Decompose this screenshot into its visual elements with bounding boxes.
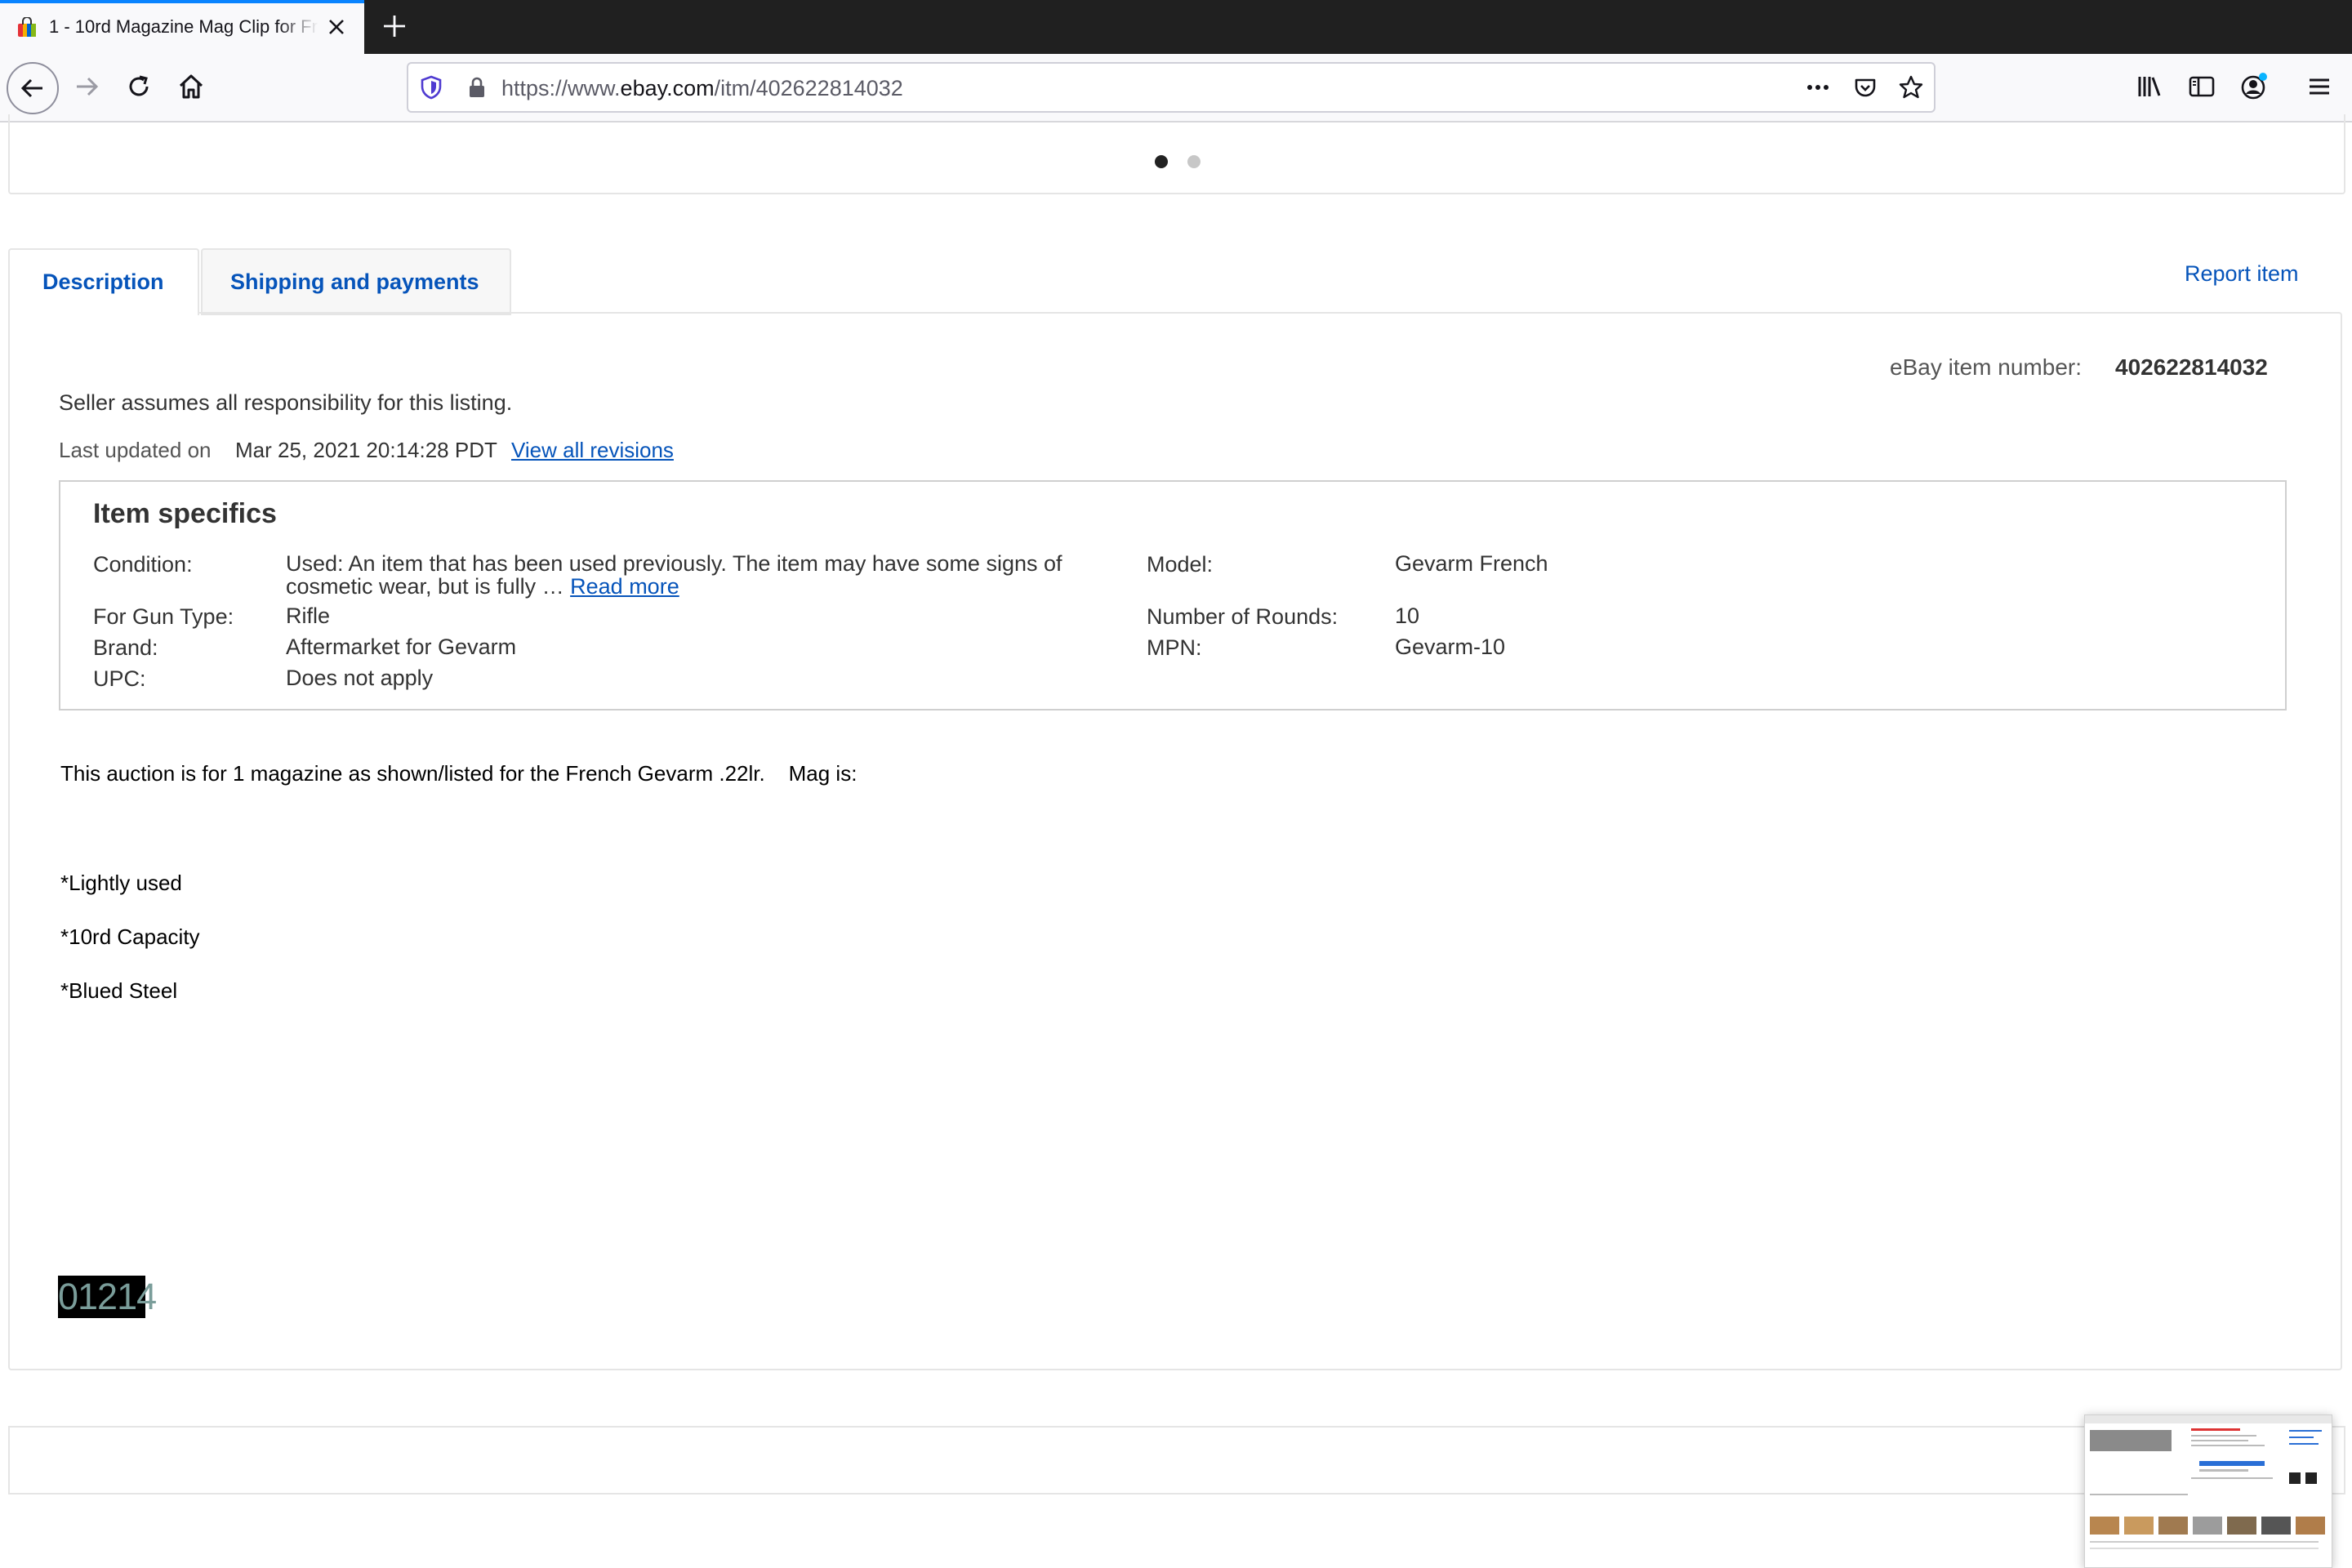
feature-bullet: *Lightly used <box>60 871 182 895</box>
ebay-bag-favicon-icon <box>18 17 36 37</box>
tab-shipping-payments[interactable]: Shipping and payments <box>201 248 511 315</box>
model-label: Model: <box>1147 552 1214 577</box>
brand-label: Brand: <box>93 635 158 660</box>
view-all-revisions-link[interactable]: View all revisions <box>511 438 674 463</box>
browser-tab-active[interactable]: 1 - 10rd Magazine Mag Clip for French Ge… <box>0 0 364 54</box>
tab-active-indicator <box>0 0 364 3</box>
item-number-label: eBay item number: <box>1890 354 2082 380</box>
tab-description[interactable]: Description <box>8 248 199 315</box>
item-specifics-title: Item specifics <box>93 498 277 529</box>
account-icon[interactable] <box>2239 72 2269 101</box>
read-more-link[interactable]: Read more <box>570 574 679 599</box>
more-actions-icon[interactable] <box>1805 74 1831 100</box>
browser-tab-strip: 1 - 10rd Magazine Mag Clip for French Ge… <box>0 0 2352 54</box>
tab-shipping-label: Shipping and payments <box>230 270 479 294</box>
home-button[interactable] <box>168 64 214 109</box>
feature-bullet: *Blued Steel <box>60 978 178 1003</box>
arrow-left-icon <box>20 78 42 98</box>
gun-type-label: For Gun Type: <box>93 604 234 629</box>
reload-button[interactable] <box>116 64 162 109</box>
carousel-dot[interactable] <box>1187 155 1200 168</box>
page-content: Description Shipping and payments Report… <box>0 114 2352 1568</box>
mpn-value: Gevarm-10 <box>1395 635 1506 659</box>
tab-description-label: Description <box>42 270 164 294</box>
related-items-section <box>8 1426 2345 1494</box>
lock-icon[interactable] <box>464 74 490 100</box>
forward-button[interactable] <box>64 64 109 109</box>
screenshot-preview-thumbnail[interactable] <box>2084 1414 2332 1568</box>
rounds-value: 10 <box>1395 604 1420 628</box>
tracking-shield-icon[interactable] <box>418 74 444 100</box>
browser-toolbar: https://www.ebay.com/itm/402622814032 <box>0 54 2352 122</box>
item-number-value: 402622814032 <box>2115 354 2268 380</box>
condition-value: Used: An item that has been used previou… <box>286 551 1062 599</box>
mpn-label: MPN: <box>1147 635 1202 660</box>
arrow-right-icon <box>77 77 99 96</box>
gun-type-value: Rifle <box>286 604 331 628</box>
item-code-badge: 01214 <box>58 1276 157 1318</box>
upc-value: Does not apply <box>286 666 434 690</box>
upc-label: UPC: <box>93 666 146 691</box>
address-bar[interactable]: https://www.ebay.com/itm/402622814032 <box>407 62 1936 113</box>
sidebar-icon[interactable] <box>2187 72 2216 101</box>
item-specifics-box: Item specifics Condition: Used: An item … <box>59 480 2287 710</box>
home-icon <box>179 74 203 99</box>
close-tab-icon[interactable] <box>323 14 350 40</box>
rounds-label: Number of Rounds: <box>1147 604 1339 629</box>
reload-icon <box>129 75 149 96</box>
feature-bullet: *10rd Capacity <box>60 924 200 949</box>
model-value: Gevarm French <box>1395 551 1548 576</box>
bookmark-star-icon[interactable] <box>1898 74 1924 100</box>
report-item-link[interactable]: Report item <box>2185 261 2299 287</box>
page-preview-image <box>2085 1415 2332 1549</box>
description-panel <box>8 312 2342 1370</box>
pocket-icon[interactable] <box>1852 74 1878 100</box>
brand-value: Aftermarket for Gevarm <box>286 635 517 659</box>
last-updated-label: Last updated on <box>59 438 212 462</box>
condition-label: Condition: <box>93 552 193 577</box>
back-button[interactable] <box>7 62 59 114</box>
last-updated-value: Mar 25, 2021 20:14:28 PDT <box>235 438 497 462</box>
tab-title: 1 - 10rd Magazine Mag Clip for French Ge… <box>49 16 318 37</box>
new-tab-plus-icon[interactable] <box>381 12 408 40</box>
url-text[interactable]: https://www.ebay.com/itm/402622814032 <box>501 76 903 101</box>
image-carousel-card <box>8 114 2345 194</box>
hamburger-menu-icon[interactable] <box>2305 72 2334 101</box>
carousel-dot-active[interactable] <box>1155 155 1168 168</box>
auction-description-text: This auction is for 1 magazine as shown/… <box>60 761 858 786</box>
seller-responsibility-note: Seller assumes all responsibility for th… <box>59 390 513 415</box>
library-icon[interactable] <box>2135 72 2164 101</box>
